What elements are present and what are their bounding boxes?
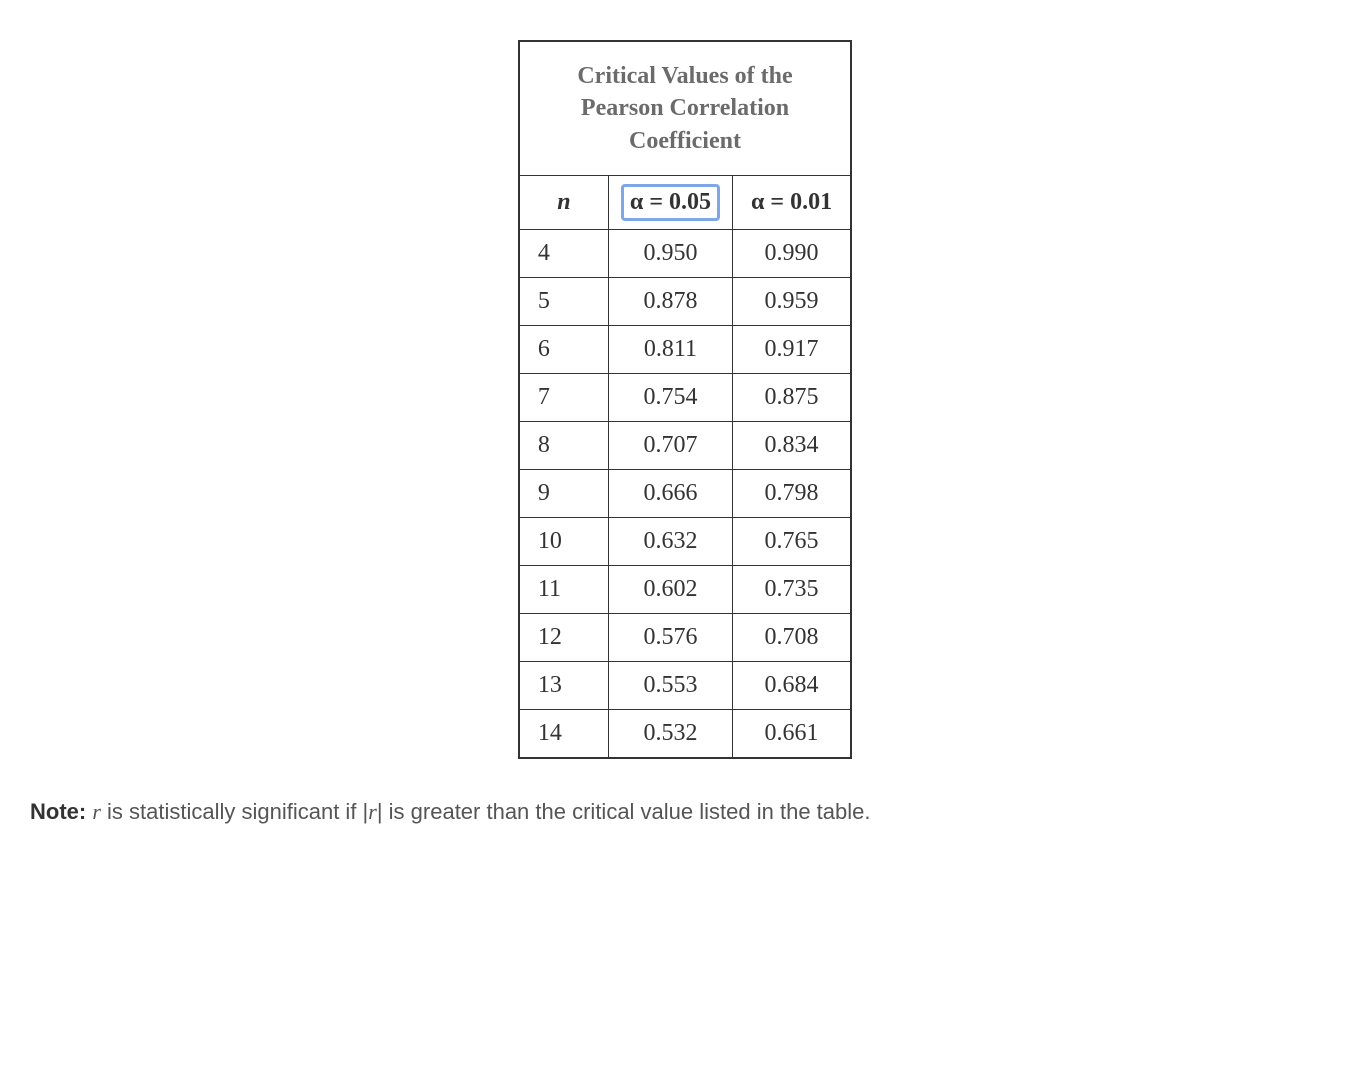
note-abs-r: |r| xyxy=(363,799,383,824)
cell-alpha-05: 0.632 xyxy=(608,518,732,566)
table-row: 110.6020.735 xyxy=(519,566,851,614)
cell-n: 9 xyxy=(519,470,609,518)
cell-n: 14 xyxy=(519,710,609,759)
cell-alpha-05: 0.553 xyxy=(608,662,732,710)
cell-n: 11 xyxy=(519,566,609,614)
table-row: 100.6320.765 xyxy=(519,518,851,566)
cell-alpha-05: 0.532 xyxy=(608,710,732,759)
critical-values-table: Critical Values of the Pearson Correlati… xyxy=(518,40,852,759)
cell-n: 10 xyxy=(519,518,609,566)
cell-alpha-05: 0.811 xyxy=(608,326,732,374)
cell-n: 8 xyxy=(519,422,609,470)
cell-alpha-01: 0.735 xyxy=(733,566,852,614)
cell-alpha-05: 0.602 xyxy=(608,566,732,614)
table-row: 90.6660.798 xyxy=(519,470,851,518)
cell-n: 12 xyxy=(519,614,609,662)
cell-alpha-05: 0.576 xyxy=(608,614,732,662)
cell-n: 13 xyxy=(519,662,609,710)
title-line-1: Critical Values of the xyxy=(577,63,792,89)
cell-alpha-01: 0.875 xyxy=(733,374,852,422)
cell-alpha-05: 0.707 xyxy=(608,422,732,470)
table-row: 120.5760.708 xyxy=(519,614,851,662)
cell-alpha-01: 0.708 xyxy=(733,614,852,662)
cell-n: 6 xyxy=(519,326,609,374)
alpha-05-highlight: α = 0.05 xyxy=(621,184,720,221)
note-r: r xyxy=(92,799,101,824)
table-row: 40.9500.990 xyxy=(519,230,851,278)
table-row: 140.5320.661 xyxy=(519,710,851,759)
cell-n: 4 xyxy=(519,230,609,278)
title-line-3: Coefficient xyxy=(629,128,741,154)
table-row: 50.8780.959 xyxy=(519,278,851,326)
table-title: Critical Values of the Pearson Correlati… xyxy=(519,41,851,176)
note-text: Note: r is statistically significant if … xyxy=(20,799,1350,825)
cell-alpha-01: 0.990 xyxy=(733,230,852,278)
cell-alpha-05: 0.878 xyxy=(608,278,732,326)
header-n: n xyxy=(519,176,609,230)
note-label: Note: xyxy=(30,799,86,824)
table-row: 80.7070.834 xyxy=(519,422,851,470)
table-row: 70.7540.875 xyxy=(519,374,851,422)
cell-alpha-05: 0.950 xyxy=(608,230,732,278)
cell-alpha-01: 0.798 xyxy=(733,470,852,518)
cell-alpha-01: 0.684 xyxy=(733,662,852,710)
header-alpha-01: α = 0.01 xyxy=(733,176,852,230)
table-row: 130.5530.684 xyxy=(519,662,851,710)
cell-alpha-05: 0.666 xyxy=(608,470,732,518)
cell-alpha-01: 0.959 xyxy=(733,278,852,326)
cell-alpha-01: 0.661 xyxy=(733,710,852,759)
cell-alpha-01: 0.765 xyxy=(733,518,852,566)
title-line-2: Pearson Correlation xyxy=(581,95,789,121)
cell-alpha-05: 0.754 xyxy=(608,374,732,422)
cell-n: 5 xyxy=(519,278,609,326)
cell-n: 7 xyxy=(519,374,609,422)
cell-alpha-01: 0.834 xyxy=(733,422,852,470)
table-header-row: n α = 0.05 α = 0.01 xyxy=(519,176,851,230)
header-alpha-05: α = 0.05 xyxy=(608,176,732,230)
note-part1: is statistically significant if xyxy=(101,799,363,824)
note-part2: is greater than the critical value liste… xyxy=(383,799,871,824)
cell-alpha-01: 0.917 xyxy=(733,326,852,374)
table-row: 60.8110.917 xyxy=(519,326,851,374)
